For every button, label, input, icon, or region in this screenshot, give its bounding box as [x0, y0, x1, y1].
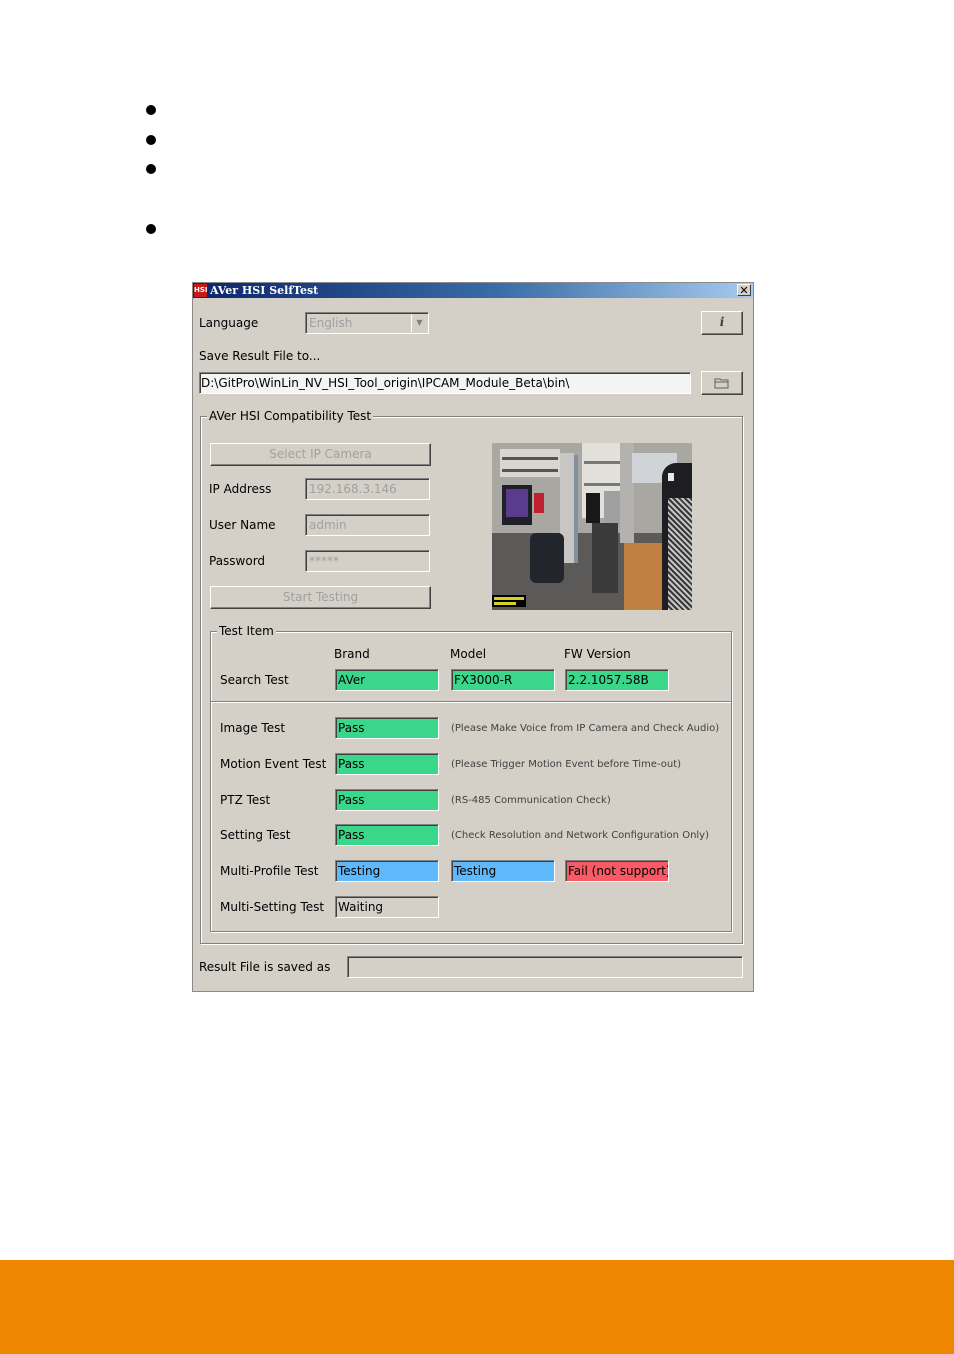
chevron-down-icon[interactable]: ▼ — [411, 314, 427, 332]
ip-address-field[interactable]: 192.168.3.146 — [305, 478, 430, 500]
close-icon[interactable]: ✕ — [737, 284, 751, 296]
password-field[interactable]: ***** — [305, 550, 430, 572]
multi-profile-result-1: Testing — [335, 860, 439, 882]
motion-event-test-label: Motion Event Test — [220, 757, 327, 771]
model-result: FX3000-R — [451, 669, 555, 691]
language-value: English — [309, 316, 353, 330]
fw-version-header: FW Version — [564, 647, 631, 661]
divider — [211, 701, 731, 703]
camera-preview-image — [492, 443, 692, 610]
result-file-field[interactable] — [347, 956, 743, 978]
browse-folder-button[interactable] — [701, 371, 743, 395]
multi-setting-test-label: Multi-Setting Test — [220, 900, 325, 914]
search-test-label: Search Test — [220, 673, 289, 687]
compatibility-group-caption: AVer HSI Compatibility Test — [207, 409, 374, 423]
password-label: Password — [209, 554, 266, 568]
model-header: Model — [450, 647, 487, 661]
motion-event-test-note: (Please Trigger Motion Event before Time… — [451, 759, 682, 770]
multi-profile-result-2: Testing — [451, 860, 555, 882]
language-dropdown[interactable]: English ▼ — [305, 312, 429, 334]
image-test-result: Pass — [335, 717, 439, 739]
selftest-window: HSI AVer HSI SelfTest ✕ Language English… — [192, 282, 754, 992]
brand-header: Brand — [334, 647, 370, 661]
user-name-label: User Name — [209, 518, 276, 532]
window-title: AVer HSI SelfTest — [210, 284, 319, 297]
select-ip-camera-button[interactable]: Select IP Camera — [210, 443, 431, 466]
folder-icon — [714, 378, 729, 389]
save-label: Save Result File to... — [199, 349, 321, 363]
bullet — [146, 105, 156, 115]
title-bar[interactable]: HSI AVer HSI SelfTest ✕ — [193, 283, 753, 298]
motion-event-test-result: Pass — [335, 753, 439, 775]
result-file-label: Result File is saved as — [199, 960, 331, 974]
image-test-label: Image Test — [220, 721, 286, 735]
info-button[interactable]: i — [701, 311, 743, 335]
brand-result: AVer — [335, 669, 439, 691]
app-icon: HSI — [194, 284, 208, 297]
ptz-test-label: PTZ Test — [220, 793, 271, 807]
info-icon: i — [719, 315, 725, 329]
fw-version-result: 2.2.1057.58B — [565, 669, 669, 691]
multi-setting-test-result: Waiting — [335, 896, 439, 918]
ptz-test-note: (RS-485 Communication Check) — [451, 795, 611, 806]
image-test-note: (Please Make Voice from IP Camera and Ch… — [451, 723, 720, 734]
user-name-field[interactable]: admin — [305, 514, 430, 536]
setting-test-note: (Check Resolution and Network Configurat… — [451, 830, 709, 841]
setting-test-label: Setting Test — [220, 828, 291, 842]
ptz-test-result: Pass — [335, 789, 439, 811]
ip-address-label: IP Address — [209, 482, 272, 496]
bullet — [146, 224, 156, 234]
test-item-caption: Test Item — [217, 624, 276, 638]
setting-test-result: Pass — [335, 824, 439, 846]
bullet — [146, 164, 156, 174]
multi-profile-result-3: Fail (not support) — [565, 860, 669, 882]
bullet — [146, 135, 156, 145]
multi-profile-test-label: Multi-Profile Test — [220, 864, 319, 878]
start-testing-button[interactable]: Start Testing — [210, 586, 431, 609]
language-label: Language — [199, 316, 259, 330]
footer-bar — [0, 1260, 954, 1354]
save-path-field[interactable]: D:\GitPro\WinLin_NV_HSI_Tool_origin\IPCA… — [199, 372, 691, 394]
